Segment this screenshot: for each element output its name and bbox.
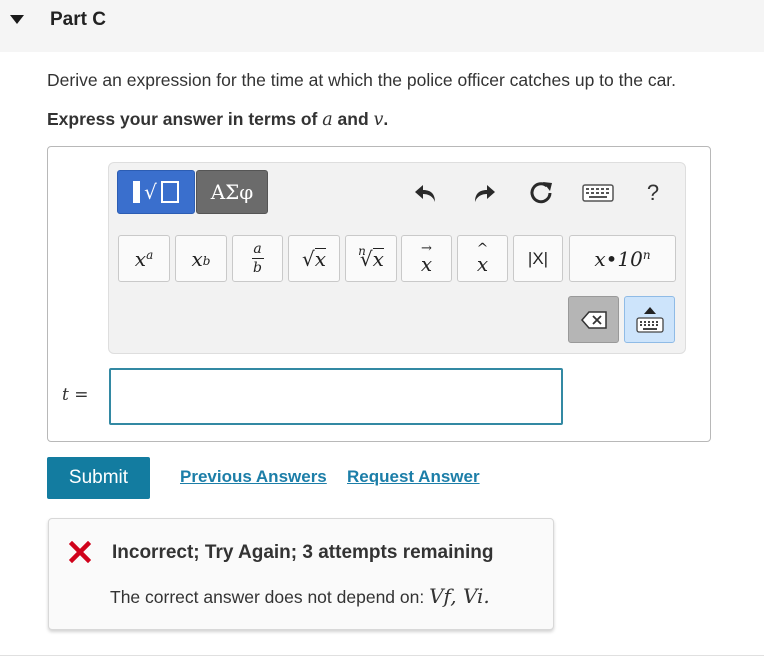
sci-exp: n (642, 247, 651, 262)
question-prompt: Derive an expression for the time at whi… (47, 70, 677, 90)
absolute-value-button[interactable]: |X| (513, 235, 563, 282)
divider (0, 655, 764, 656)
nthroot-index: n (358, 243, 366, 258)
scientific-notation-button[interactable]: x•10 n (569, 235, 676, 282)
unit-vector-button[interactable]: ^ x (457, 235, 508, 282)
answer-variable-label: t = (62, 385, 89, 405)
instruction-and: and (332, 109, 374, 129)
subscript-button[interactable]: xb (175, 235, 227, 282)
templates-radical-icon: √ (144, 180, 157, 204)
redo-button[interactable] (466, 176, 500, 210)
virtual-keyboard-button[interactable] (624, 296, 675, 343)
answer-instruction: Express your answer in terms of a and v. (47, 109, 388, 130)
sqrt-button[interactable]: √ x (288, 235, 340, 282)
part-title: Part C (50, 9, 106, 30)
keyboard-toggle-icon (635, 316, 664, 333)
sqrt-radical-icon: √ (301, 246, 315, 271)
redo-icon (475, 185, 495, 202)
reset-icon (530, 182, 552, 204)
delete-button[interactable] (568, 296, 619, 343)
unit-vector-arg: x (476, 251, 489, 276)
vector-arg: x (420, 251, 433, 276)
instruction-var-v: v (373, 110, 384, 130)
feedback-panel (48, 518, 554, 630)
collapse-caret-icon[interactable] (10, 15, 24, 24)
answer-variable: t (62, 385, 69, 405)
help-button[interactable]: ? (638, 176, 668, 210)
greek-symbols-button[interactable]: ΑΣφ (196, 170, 268, 214)
part-header[interactable]: Part C (0, 0, 764, 52)
backspace-icon (580, 310, 607, 329)
templates-icon (133, 181, 141, 203)
fraction-denominator: b (253, 260, 262, 276)
submit-button[interactable]: Submit (47, 457, 150, 499)
keyboard-shortcuts-button[interactable] (580, 176, 616, 210)
feedback-detail-vars: Vf, Vi. (429, 584, 490, 608)
instruction-suffix: . (383, 109, 389, 129)
nthroot-button[interactable]: n √ x (345, 235, 397, 282)
feedback-detail-prefix: The correct answer does not depend on: (110, 587, 430, 607)
subscript-base: x (191, 246, 203, 271)
keyboard-icon (582, 184, 614, 202)
request-answer-link[interactable]: Request Answer (347, 467, 480, 487)
superscript-exp: a (146, 247, 154, 262)
answer-equals: = (68, 385, 89, 405)
fraction-button[interactable]: a b (232, 235, 283, 282)
templates-button[interactable]: √ (117, 170, 195, 214)
x-icon (69, 541, 91, 563)
fraction-numerator: a (253, 241, 262, 257)
feedback-detail: The correct answer does not depend on: V… (110, 584, 490, 608)
undo-icon (415, 185, 435, 202)
sqrt-arg: x (314, 247, 327, 271)
vector-button[interactable]: → x (401, 235, 452, 282)
superscript-base: x (134, 246, 147, 271)
nthroot-arg: x (372, 247, 384, 271)
instruction-var-a: a (322, 110, 333, 130)
undo-button[interactable] (410, 176, 444, 210)
templates-box-icon (160, 181, 179, 203)
instruction-prefix: Express your answer in terms of (47, 109, 323, 129)
caret-up-icon (643, 306, 656, 314)
subscript-sub: b (202, 253, 211, 268)
fraction-bar (251, 258, 264, 259)
sci-label: x•10 (594, 246, 643, 271)
answer-input[interactable] (109, 368, 563, 425)
superscript-button[interactable]: xa (118, 235, 170, 282)
feedback-title: Incorrect; Try Again; 3 attempts remaini… (112, 542, 494, 563)
previous-answers-link[interactable]: Previous Answers (180, 467, 327, 487)
reset-button[interactable] (524, 176, 558, 210)
